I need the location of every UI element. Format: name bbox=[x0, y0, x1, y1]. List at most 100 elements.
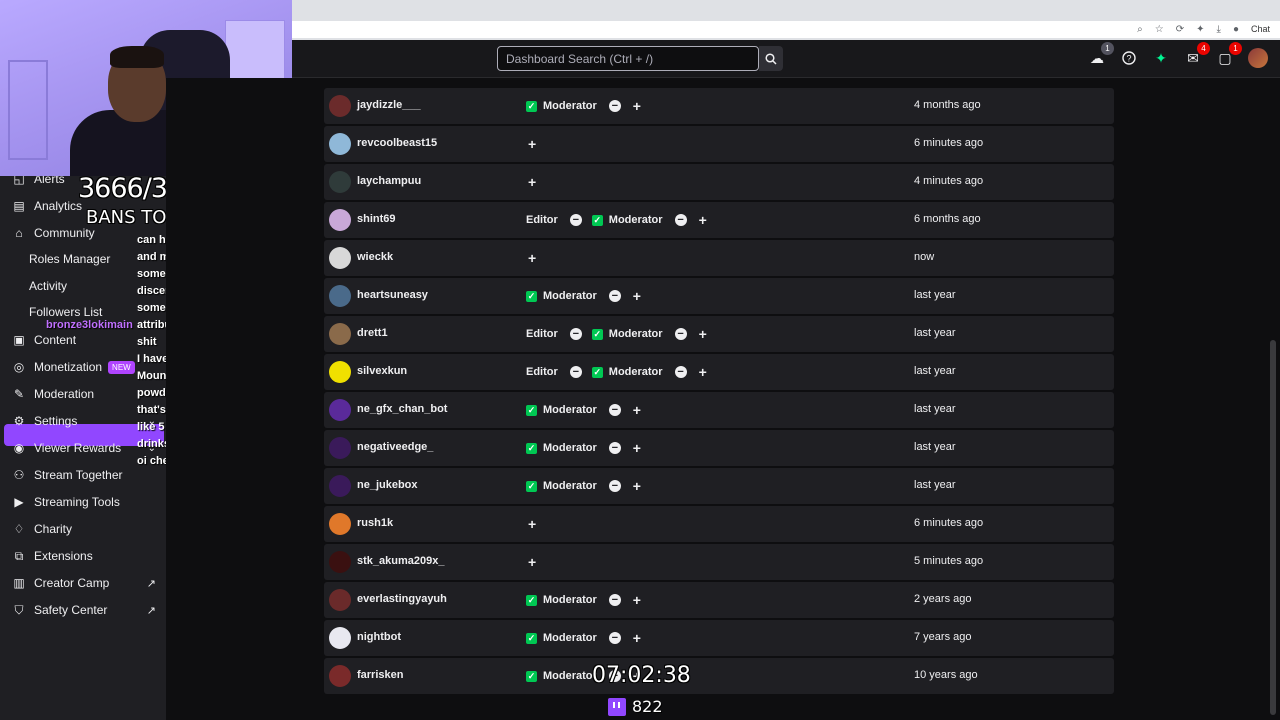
avatar[interactable] bbox=[329, 247, 351, 269]
browser-chat-button[interactable]: Chat bbox=[1251, 24, 1270, 35]
remove-moderator-button[interactable]: − bbox=[608, 632, 621, 644]
twitch-logo-icon bbox=[608, 697, 626, 716]
username[interactable]: revcoolbeast15 bbox=[357, 137, 437, 149]
moderator-role-label: Moderator bbox=[543, 100, 597, 112]
user-avatar[interactable] bbox=[1248, 48, 1268, 68]
username[interactable]: shint69 bbox=[357, 213, 396, 225]
avatar[interactable] bbox=[329, 209, 351, 231]
username[interactable]: nightbot bbox=[357, 631, 401, 643]
add-role-button[interactable]: + bbox=[528, 555, 536, 569]
username[interactable]: negativeedge_ bbox=[357, 441, 433, 453]
sidebar-subitem-roles-manager[interactable]: Roles Manager bbox=[29, 252, 110, 266]
avatar[interactable] bbox=[329, 475, 351, 497]
username[interactable]: rush1k bbox=[357, 517, 393, 529]
remove-moderator-button[interactable]: − bbox=[608, 594, 621, 606]
add-role-button[interactable]: + bbox=[633, 403, 641, 417]
add-role-button[interactable]: + bbox=[633, 479, 641, 493]
browser-extension-icons: ⌕ ☆ ⟳ ✦ ⤓ ● Chat bbox=[1137, 24, 1270, 35]
scrollbar-thumb[interactable] bbox=[1270, 340, 1276, 715]
remove-editor-button[interactable]: − bbox=[569, 366, 582, 378]
role-granted-time: last year bbox=[914, 289, 956, 301]
avatar[interactable] bbox=[329, 551, 351, 573]
avatar[interactable] bbox=[329, 285, 351, 307]
avatar[interactable] bbox=[329, 171, 351, 193]
sidebar-item-safety-center[interactable]: ⛉ Safety Center ↗ bbox=[4, 599, 162, 621]
username[interactable]: drett1 bbox=[357, 327, 388, 339]
help-button[interactable]: ? bbox=[1120, 49, 1138, 67]
sidebar-item-label: Content bbox=[34, 333, 77, 347]
avatar[interactable] bbox=[329, 589, 351, 611]
content-icon: ▣ bbox=[13, 333, 25, 347]
avatar[interactable] bbox=[329, 399, 351, 421]
sidebar-subitem-followers-list[interactable]: Followers List bbox=[29, 305, 102, 319]
sidebar-item-creator-camp[interactable]: ▥ Creator Camp ↗ bbox=[4, 572, 162, 594]
remove-moderator-button[interactable]: − bbox=[608, 480, 621, 492]
extension-icon[interactable]: ⟳ bbox=[1176, 24, 1184, 35]
zoom-icon[interactable]: ⌕ bbox=[1137, 24, 1143, 35]
remove-moderator-button[interactable]: − bbox=[674, 328, 687, 340]
sidebar-item-charity[interactable]: ♢ Charity bbox=[4, 518, 162, 540]
puzzle-icon[interactable]: ✦ bbox=[1196, 24, 1204, 35]
avatar[interactable] bbox=[329, 627, 351, 649]
username[interactable]: laychampuu bbox=[357, 175, 421, 187]
add-role-button[interactable]: + bbox=[699, 213, 707, 227]
add-role-button[interactable]: + bbox=[699, 365, 707, 379]
creator-sparkle-button[interactable]: ✦ bbox=[1152, 49, 1170, 67]
add-role-button[interactable]: + bbox=[633, 593, 641, 607]
sidebar-item-streaming-tools[interactable]: ▶ Streaming Tools bbox=[4, 491, 162, 513]
editor-role-label: Editor bbox=[526, 366, 558, 378]
moderator-check-icon: ✓ bbox=[526, 480, 537, 492]
dashboard-search-input[interactable]: Dashboard Search (Ctrl + /) bbox=[497, 46, 759, 71]
username[interactable]: stk_akuma209x_ bbox=[357, 555, 444, 567]
add-role-button[interactable]: + bbox=[528, 251, 536, 265]
username[interactable]: jaydizzle___ bbox=[357, 99, 421, 111]
streaming-tools-icon: ▶ bbox=[14, 495, 24, 509]
remove-moderator-button[interactable]: − bbox=[674, 214, 687, 226]
username[interactable]: heartsuneasy bbox=[357, 289, 428, 301]
avatar[interactable] bbox=[329, 361, 351, 383]
remove-moderator-button[interactable]: − bbox=[608, 290, 621, 302]
notifications-button[interactable]: ▢ 1 bbox=[1216, 42, 1242, 67]
moderator-check-icon: ✓ bbox=[526, 404, 537, 416]
remove-moderator-button[interactable]: − bbox=[608, 404, 621, 416]
username[interactable]: wieckk bbox=[357, 251, 393, 263]
role-badges: ✓ Moderator − + bbox=[526, 403, 641, 417]
role-badges: ✓ Moderator − + bbox=[526, 593, 641, 607]
avatar[interactable] bbox=[329, 323, 351, 345]
avatar[interactable] bbox=[329, 665, 351, 687]
add-role-button[interactable]: + bbox=[633, 289, 641, 303]
add-role-button[interactable]: + bbox=[528, 137, 536, 151]
avatar[interactable] bbox=[329, 95, 351, 117]
download-icon[interactable]: ⤓ bbox=[1217, 24, 1221, 35]
remove-moderator-button[interactable]: − bbox=[608, 100, 621, 112]
remove-moderator-button[interactable]: − bbox=[608, 442, 621, 454]
browser-address-bar[interactable] bbox=[292, 21, 1280, 38]
add-role-button[interactable]: + bbox=[528, 517, 536, 531]
username[interactable]: silvexkun bbox=[357, 365, 407, 377]
moderator-check-icon: ✓ bbox=[526, 594, 537, 606]
avatar[interactable] bbox=[329, 513, 351, 535]
username[interactable]: ne_gfx_chan_bot bbox=[357, 403, 447, 415]
add-role-button[interactable]: + bbox=[633, 99, 641, 113]
username[interactable]: ne_jukebox bbox=[357, 479, 418, 491]
inbox-button[interactable]: ✉ 4 bbox=[1184, 42, 1210, 67]
drops-button[interactable]: ☁ 1 bbox=[1088, 42, 1114, 67]
add-role-button[interactable]: + bbox=[633, 631, 641, 645]
table-row: heartsuneasy ✓ Moderator − + last year bbox=[324, 278, 1114, 314]
sidebar-subitem-activity[interactable]: Activity bbox=[29, 279, 67, 293]
add-role-button[interactable]: + bbox=[528, 175, 536, 189]
bookmark-star-icon[interactable]: ☆ bbox=[1155, 24, 1164, 35]
table-row: shint69 Editor − ✓ Moderator − +6 months ago bbox=[324, 202, 1114, 238]
username[interactable]: farrisken bbox=[357, 669, 403, 681]
add-role-button[interactable]: + bbox=[699, 327, 707, 341]
search-button[interactable] bbox=[759, 46, 783, 71]
remove-editor-button[interactable]: − bbox=[569, 328, 582, 340]
sidebar-item-extensions[interactable]: ⧉ Extensions bbox=[4, 545, 162, 567]
avatar[interactable] bbox=[329, 437, 351, 459]
remove-editor-button[interactable]: − bbox=[569, 214, 582, 226]
profile-icon[interactable]: ● bbox=[1233, 24, 1239, 35]
remove-moderator-button[interactable]: − bbox=[674, 366, 687, 378]
avatar[interactable] bbox=[329, 133, 351, 155]
add-role-button[interactable]: + bbox=[633, 441, 641, 455]
username[interactable]: everlastingyayuh bbox=[357, 593, 447, 605]
